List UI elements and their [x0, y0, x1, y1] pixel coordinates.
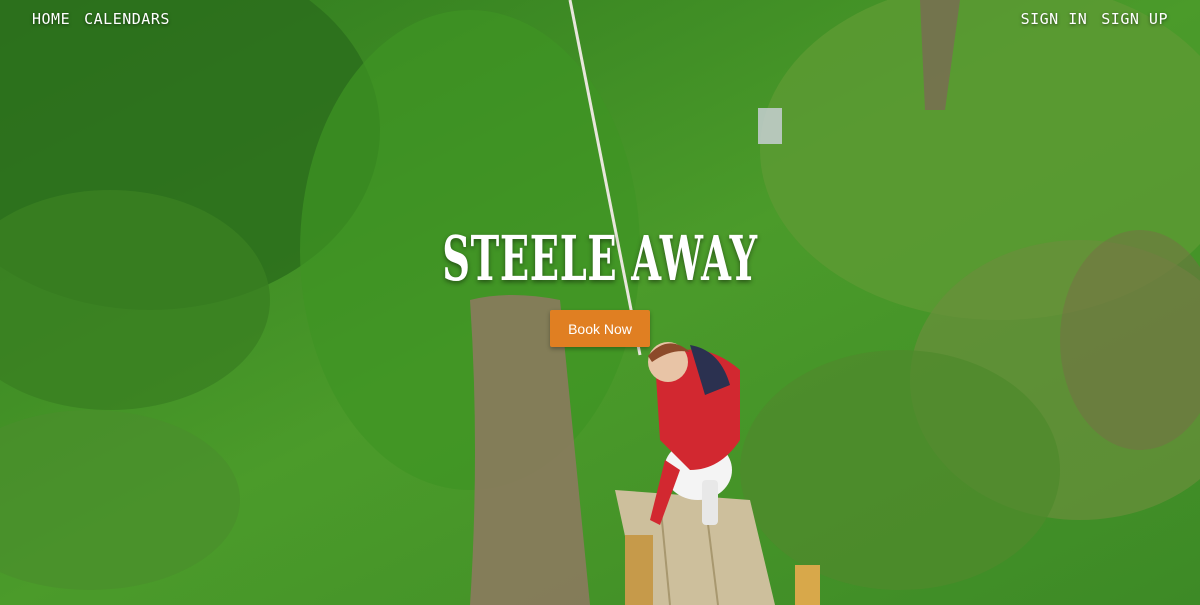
- hero-background-photo: [0, 0, 1200, 605]
- sign-in-link[interactable]: SIGN IN: [1021, 10, 1088, 28]
- primary-nav: HOME CALENDARS: [32, 10, 170, 28]
- nav-calendars-link[interactable]: CALENDARS: [84, 10, 170, 28]
- nav-home-link[interactable]: HOME: [32, 10, 70, 28]
- book-now-button[interactable]: Book Now: [550, 310, 650, 347]
- account-nav: SIGN IN SIGN UP: [1021, 10, 1168, 28]
- sign-up-link[interactable]: SIGN UP: [1101, 10, 1168, 28]
- hero-title: STEELE AWAY: [442, 222, 758, 295]
